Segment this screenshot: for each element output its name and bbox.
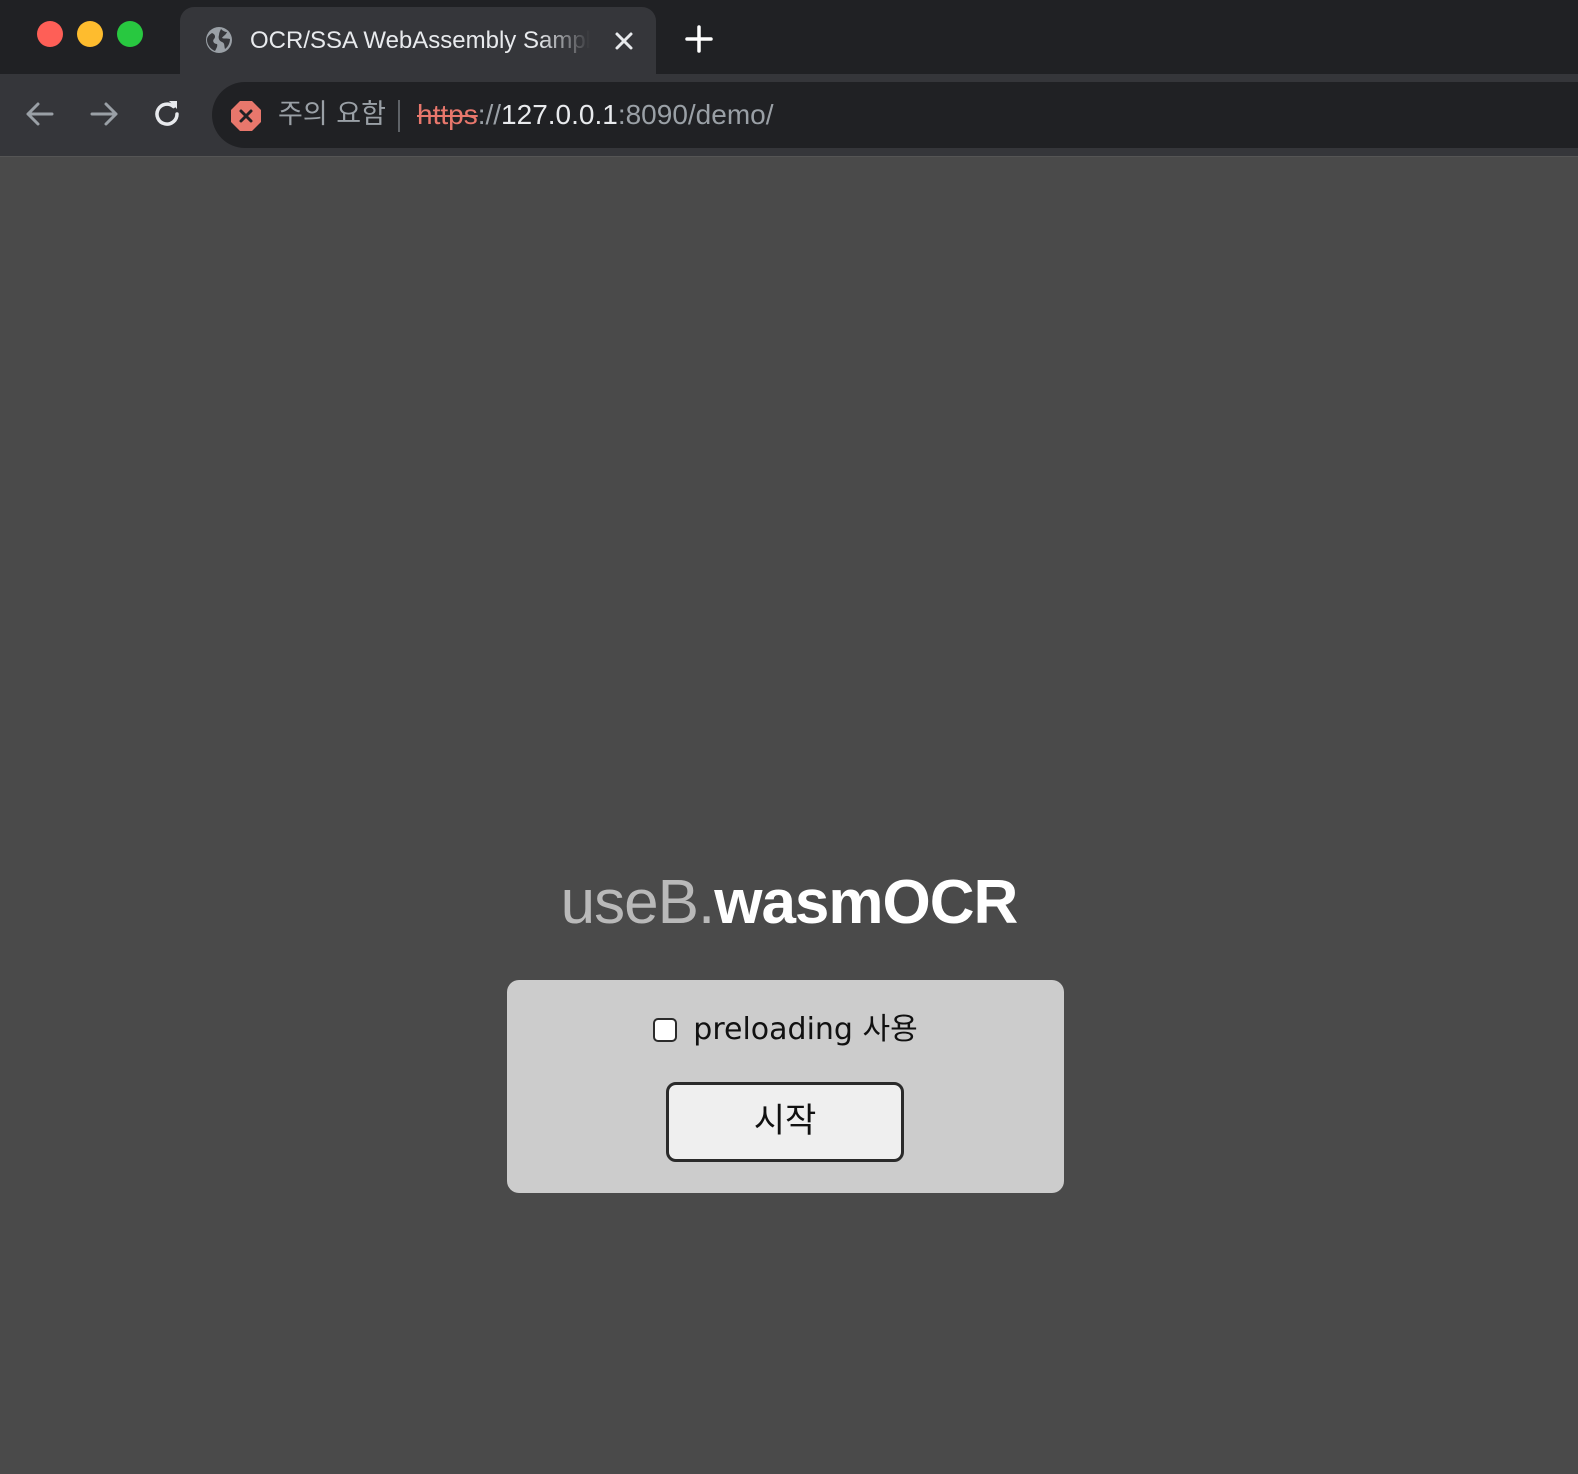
tab-active[interactable]: OCR/SSA WebAssembly Sample: [180, 7, 656, 74]
start-button[interactable]: 시작: [666, 1082, 904, 1162]
address-bar[interactable]: 주의 요함 https://127.0.0.1:8090/demo/: [212, 82, 1578, 148]
security-warning-label[interactable]: 주의 요함: [278, 98, 386, 132]
preload-checkbox[interactable]: [653, 1018, 678, 1042]
close-icon[interactable]: [610, 27, 638, 55]
reload-icon[interactable]: [149, 96, 185, 132]
page-content: useB.wasmOCR preloading 사용 시작: [0, 157, 1578, 1474]
url-scheme: https: [417, 99, 478, 130]
app-logo: useB.wasmOCR: [0, 865, 1578, 941]
preload-option: preloading 사용: [507, 1008, 1064, 1052]
globe-icon: [206, 27, 232, 53]
url-path: :8090/demo/: [617, 99, 774, 130]
logo-product: wasmOCR: [714, 868, 1018, 937]
logo-brand: useB.: [560, 868, 716, 937]
plus-icon[interactable]: [682, 22, 716, 56]
start-panel: preloading 사용 시작: [507, 980, 1064, 1193]
preload-checkbox-label[interactable]: preloading 사용: [653, 1008, 918, 1052]
preload-label: preloading 사용: [693, 1012, 918, 1047]
arrow-left-icon[interactable]: [22, 96, 58, 132]
url-host: 127.0.0.1: [501, 99, 618, 130]
url-text[interactable]: https://127.0.0.1:8090/demo/: [417, 98, 774, 132]
window-close-button[interactable]: [37, 21, 63, 47]
not-secure-icon[interactable]: [230, 100, 262, 132]
toolbar: 주의 요함 https://127.0.0.1:8090/demo/: [0, 74, 1578, 157]
browser-window: OCR/SSA WebAssembly Sample 주의 요함 https:/…: [0, 0, 1578, 1474]
window-minimize-button[interactable]: [77, 21, 103, 47]
omnibox-divider: [398, 100, 400, 132]
tab-title: OCR/SSA WebAssembly Sample: [250, 27, 590, 54]
window-zoom-button[interactable]: [117, 21, 143, 47]
url-separator: ://: [477, 99, 502, 130]
arrow-right-icon[interactable]: [86, 96, 122, 132]
tab-strip: OCR/SSA WebAssembly Sample: [0, 0, 1578, 74]
